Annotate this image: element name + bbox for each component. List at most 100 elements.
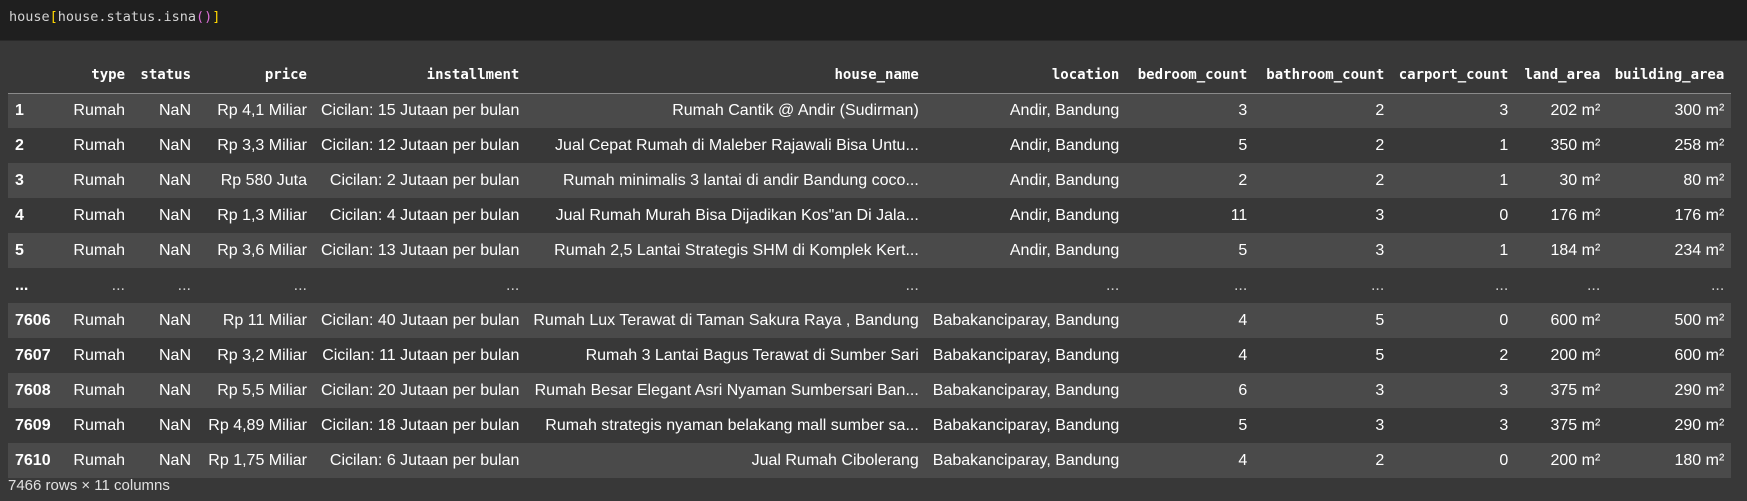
table-cell: Cicilan: 12 Jutaan per bulan [321,136,520,154]
row-index: 7609 [15,416,51,434]
table-cell: NaN [158,311,191,329]
table-cell: Rp 3,6 Miliar [217,241,307,259]
table-cell: Rp 1,3 Miliar [217,206,307,224]
table-cell: 2 [1375,101,1385,119]
table-cell: ... [111,276,125,294]
table-cell: NaN [158,416,191,434]
table-cell: Andir, Bandung [1009,101,1120,119]
table-cell: Rumah [73,206,125,224]
cell-output: type status price installment house_name loca… [0,41,1747,501]
table-cell: 1 [1499,171,1509,189]
table-cell: 375 m² [1550,381,1601,399]
table-cell: 290 m² [1674,381,1725,399]
column-header: type [64,49,132,94]
table-cell: Rumah [73,136,125,154]
column-header: price [198,49,314,94]
table-cell: 2 [1238,171,1248,189]
table-cell: 176 m² [1550,206,1601,224]
table-cell: Rp 4,89 Miliar [208,416,307,434]
table-cell: Babakanciparay, Bandung [932,346,1120,364]
code-expression: house.status.isna [57,9,196,25]
table-cell: Rumah 3 Lantai Bagus Terawat di Sumber S… [585,346,919,364]
table-cell: Rumah [73,416,125,434]
table-cell: Andir, Bandung [1009,171,1120,189]
table-cell: Rp 1,75 Miliar [208,451,307,469]
table-cell: Cicilan: 11 Jutaan per bulan [322,346,520,364]
table-cell: Andir, Bandung [1009,241,1120,259]
table-cell: 11 [1230,206,1248,224]
column-header: bathroom_count [1254,49,1392,94]
table-cell: Cicilan: 2 Jutaan per bulan [329,171,520,189]
table-cell: 3 [1375,416,1385,434]
code-open-bracket: [ [49,9,58,25]
table-row: 1 Rumah NaN Rp 4,1 Miliar Cicilan: 15 Jutaan… [8,93,1732,128]
table-cell: 350 m² [1550,136,1601,154]
table-cell: 30 m² [1559,171,1601,189]
table-row: 4 Rumah NaN Rp 1,3 Miliar Cicilan: 4 Jutaan … [8,198,1732,233]
table-row: 7607 Rumah NaN Rp 3,2 Miliar Cicilan: 11 Jut… [8,338,1732,373]
column-header: status [132,49,198,94]
table-cell: 3 [1375,241,1385,259]
table-cell: Rumah [73,346,125,364]
dataframe-table: type status price installment house_name loca… [8,49,1732,478]
row-index: ... [15,276,29,294]
table-row: 7606 Rumah NaN Rp 11 Miliar Cicilan: 40 Juta… [8,303,1732,338]
table-cell: ... [905,276,919,294]
table-cell: Cicilan: 13 Jutaan per bulan [321,241,520,259]
table-cell: Rp 580 Juta [220,171,307,189]
table-header: type status price installment house_name loca… [8,49,1732,94]
table-cell: 2 [1375,451,1385,469]
table-cell: 5 [1238,241,1248,259]
table-cell: Rumah minimalis 3 lantai di andir Bandun… [563,171,919,189]
table-row: 7610 Rumah NaN Rp 1,75 Miliar Cicilan: 6 Jut… [8,443,1732,478]
column-header: building_area [1607,49,1732,94]
table-cell: Rumah Besar Elegant Asri Nyaman Sumbersa… [534,381,919,399]
table-cell: Jual Cepat Rumah di Maleber Rajawali Bis… [555,136,919,154]
table-cell: ... [1494,276,1509,294]
table-row: 7609 Rumah NaN Rp 4,89 Miliar Cicilan: 18 Ju… [8,408,1732,443]
table-cell: 176 m² [1674,206,1725,224]
table-cell: 1 [1499,241,1509,259]
table-cell: Babakanciparay, Bandung [932,416,1120,434]
table-cell: 202 m² [1550,101,1601,119]
table-cell: Jual Rumah Cibolerang [751,451,919,469]
column-header: bedroom_count [1126,49,1255,94]
table-cell: ... [506,276,520,294]
table-cell: 200 m² [1550,346,1601,364]
table-cell: 2 [1499,346,1509,364]
row-index: 3 [15,171,24,189]
table-cell: NaN [158,346,191,364]
table-cell: Rumah [73,381,125,399]
header-row: type status price installment house_name loca… [8,49,1732,94]
table-row: 3 Rumah NaN Rp 580 Juta Cicilan: 2 Jutaan pe… [8,163,1732,198]
table-cell: 180 m² [1674,451,1725,469]
row-index: 7607 [15,346,51,364]
table-cell: Rp 11 Miliar [222,311,307,329]
table-cell: 3 [1375,206,1385,224]
table-cell: 2 [1375,171,1385,189]
table-cell: NaN [158,241,191,259]
table-cell: NaN [158,136,191,154]
table-cell: 1 [1499,136,1509,154]
table-cell: 200 m² [1550,451,1601,469]
table-cell: 5 [1238,136,1248,154]
table-cell: Rp 5,5 Miliar [217,381,307,399]
table-cell: NaN [158,381,191,399]
ellipsis-row: .................................... [8,268,1732,303]
code-cell[interactable]: house[house.status.isna()] [0,0,1747,41]
table-cell: Andir, Bandung [1009,206,1120,224]
code-line[interactable]: house[house.status.isna()] [9,9,220,25]
table-cell: Rumah [73,241,125,259]
table-cell: 300 m² [1674,101,1725,119]
column-header: location [925,49,1127,94]
table-cell: NaN [158,451,191,469]
table-row: 7608 Rumah NaN Rp 5,5 Miliar Cicilan: 20 Jut… [8,373,1732,408]
table-cell: Rp 3,3 Miliar [217,136,307,154]
table-cell: 3 [1499,416,1509,434]
row-index: 2 [15,136,24,154]
table-cell: Babakanciparay, Bandung [932,311,1120,329]
table-cell: NaN [158,171,191,189]
table-cell: 3 [1238,101,1248,119]
table-cell: ... [177,276,191,294]
table-cell: 600 m² [1550,311,1601,329]
